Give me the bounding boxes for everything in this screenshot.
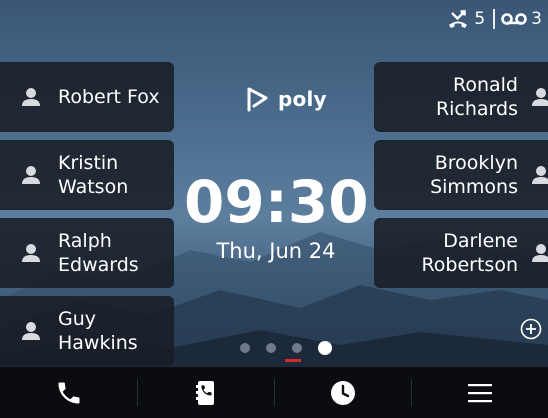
- status-bar: 5 3: [446, 8, 542, 30]
- page-dot[interactable]: [266, 343, 276, 353]
- phone-home-screen: 5 3 Robert Fox Kristin Watson Ralph Edwa…: [0, 0, 548, 418]
- contact-name: Darlene Robertson: [421, 230, 518, 276]
- nav-directory[interactable]: [137, 367, 274, 418]
- clock-time: 09:30: [184, 168, 369, 236]
- contact-name: Brooklyn Simmons: [430, 152, 518, 198]
- poly-logo: poly: [246, 86, 327, 112]
- poly-logo-mark: [247, 87, 268, 112]
- contact-name: Ronald Richards: [435, 74, 518, 120]
- nav-phone[interactable]: [0, 367, 137, 418]
- add-contact-icon[interactable]: [520, 318, 542, 340]
- person-icon: [532, 166, 548, 184]
- status-divider: [493, 9, 496, 29]
- contact-robert-fox[interactable]: Robert Fox: [0, 62, 174, 132]
- phone-icon: [58, 382, 79, 403]
- contact-name: Kristin Watson: [58, 152, 129, 198]
- directory-icon: [195, 380, 214, 405]
- page-dot[interactable]: [292, 343, 302, 353]
- notification-indicator: [285, 359, 301, 362]
- recent-calls-icon: [330, 380, 355, 405]
- missed-call-icon[interactable]: [446, 9, 470, 29]
- person-icon: [22, 322, 40, 340]
- contact-ralph-edwards[interactable]: Ralph Edwards: [0, 218, 174, 288]
- page-indicator: [240, 341, 332, 355]
- person-icon: [22, 244, 40, 262]
- person-icon: [532, 88, 548, 106]
- clock-date: Thu, Jun 24: [216, 239, 336, 263]
- menu-icon: [467, 383, 492, 402]
- contact-guy-hawkins[interactable]: Guy Hawkins: [0, 296, 174, 366]
- page-dot[interactable]: [240, 343, 250, 353]
- contact-name: Guy Hawkins: [58, 308, 138, 354]
- nav-recent-calls[interactable]: [274, 367, 411, 418]
- contact-name: Ralph Edwards: [58, 230, 139, 276]
- contact-ronald-richards[interactable]: Ronald Richards: [374, 62, 548, 132]
- person-icon: [22, 166, 40, 184]
- contact-name: Robert Fox: [58, 86, 160, 108]
- page-dot-active[interactable]: [318, 341, 332, 355]
- brand-wordmark: poly: [278, 87, 327, 111]
- contact-kristin-watson[interactable]: Kristin Watson: [0, 140, 174, 210]
- missed-calls-count: 5: [474, 9, 486, 29]
- voicemail-icon[interactable]: [501, 12, 527, 26]
- voicemail-count: 3: [531, 9, 542, 29]
- bottom-nav-bar: [0, 367, 548, 418]
- person-icon: [22, 88, 40, 106]
- nav-menu[interactable]: [411, 367, 548, 418]
- person-icon: [532, 244, 548, 262]
- contact-brooklyn-simmons[interactable]: Brooklyn Simmons: [374, 140, 548, 210]
- contact-darlene-robertson[interactable]: Darlene Robertson: [374, 218, 548, 288]
